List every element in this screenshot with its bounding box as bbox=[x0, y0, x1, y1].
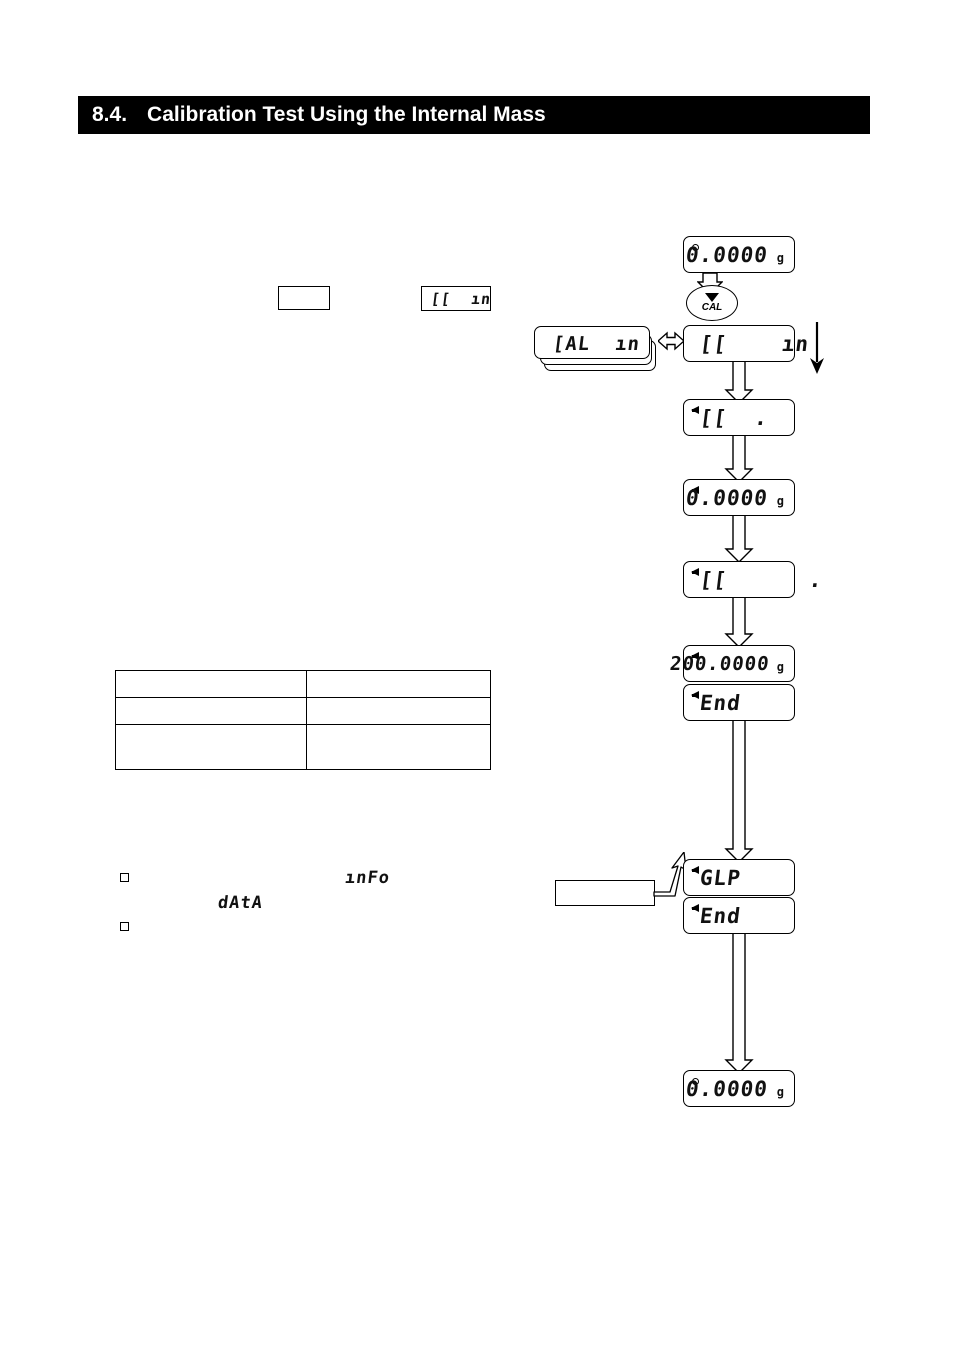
key-placeholder-box[interactable] bbox=[278, 286, 330, 310]
table-cell bbox=[306, 670, 491, 698]
display-cal-in-stack: [AL ın bbox=[534, 326, 660, 374]
table-row bbox=[114, 670, 491, 698]
display-zero-mid: 0.0000 g bbox=[683, 479, 795, 516]
display-value: End bbox=[698, 690, 743, 715]
callout-box[interactable] bbox=[555, 880, 655, 906]
display-value: GLP bbox=[698, 865, 743, 890]
display-end-2: End bbox=[683, 897, 795, 934]
stable-triangle-icon bbox=[691, 866, 699, 874]
display-zero-bottom: 0.0000 g bbox=[683, 1070, 795, 1107]
display-cc-dot1: [[ . bbox=[683, 399, 795, 436]
table-cell bbox=[306, 724, 491, 770]
table-cell bbox=[114, 697, 308, 725]
note-bullet-2 bbox=[120, 922, 129, 931]
down-triangle-icon bbox=[705, 293, 719, 302]
flow-arrow-hollow-long bbox=[724, 721, 754, 863]
flow-arrow-hollow bbox=[724, 598, 754, 648]
cal-indicator: CAL bbox=[686, 285, 738, 321]
spec-table bbox=[114, 670, 491, 770]
display-value: 0.0000 bbox=[684, 242, 770, 267]
section-title: Calibration Test Using the Internal Mass bbox=[147, 103, 546, 126]
section-header-bar: 8.4. Calibration Test Using the Internal… bbox=[78, 96, 870, 134]
inline-display-chip: [[ ın bbox=[421, 286, 493, 311]
note-1-lcd-right: ınFo bbox=[343, 868, 392, 888]
stable-triangle-icon bbox=[691, 406, 699, 414]
display-glp: GLP bbox=[683, 859, 795, 896]
display-unit: g bbox=[776, 660, 784, 674]
display-mass-200: 200.0000 g bbox=[669, 645, 795, 682]
display-unit: g bbox=[776, 1085, 784, 1099]
table-cell bbox=[306, 697, 491, 725]
flow-arrow-hollow bbox=[724, 436, 754, 483]
stable-triangle-icon bbox=[691, 568, 699, 576]
flow-arrow-hollow-long bbox=[724, 934, 754, 1074]
display-cc-in: [[ ın bbox=[683, 325, 811, 362]
display-value: [[ . bbox=[698, 567, 825, 592]
table-row bbox=[114, 724, 491, 770]
display-value: 200.0000 bbox=[669, 652, 772, 675]
table-row bbox=[114, 697, 491, 725]
stack-layer-front: [AL ın bbox=[534, 326, 650, 359]
section-number: 8.4. bbox=[92, 103, 128, 126]
overall-flow-arrow bbox=[806, 322, 828, 379]
flow-arrow-hollow bbox=[724, 516, 754, 563]
display-value: [[ . bbox=[698, 405, 770, 430]
note-1-lcd-below: dAtA bbox=[216, 893, 265, 913]
display-cal-in-value: [AL ın bbox=[551, 333, 642, 355]
display-zero-top: 0.0000 g bbox=[683, 236, 795, 273]
table-cell bbox=[114, 724, 308, 770]
display-value: [[ ın bbox=[698, 331, 811, 356]
inline-display-value: [[ ın bbox=[429, 289, 493, 308]
display-unit: g bbox=[776, 251, 784, 265]
display-end-1: End bbox=[683, 684, 795, 721]
stable-triangle-icon bbox=[691, 691, 699, 699]
table-cell bbox=[114, 670, 308, 698]
flow-arrow-hollow bbox=[724, 362, 754, 404]
display-value: End bbox=[698, 903, 743, 928]
stable-triangle-icon bbox=[691, 904, 699, 912]
display-value: 0.0000 bbox=[684, 485, 770, 510]
note-bullet-1 bbox=[120, 873, 129, 882]
cal-indicator-label: CAL bbox=[701, 302, 723, 313]
flow-arrow-bidirectional bbox=[658, 331, 684, 351]
display-cc-dot2: [[ . bbox=[683, 561, 824, 598]
display-unit: g bbox=[776, 494, 784, 508]
display-value: 0.0000 bbox=[684, 1076, 770, 1101]
